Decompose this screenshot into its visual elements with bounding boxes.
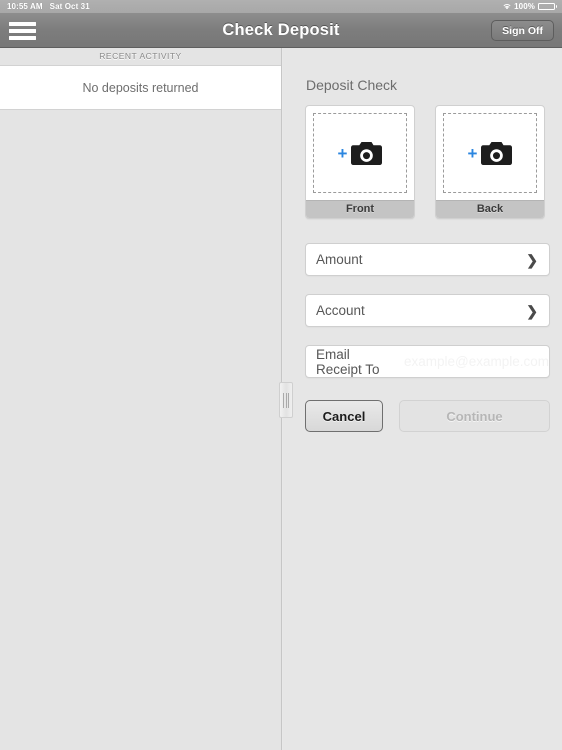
amount-field-label: Amount xyxy=(316,252,363,267)
capture-front-label: Front xyxy=(306,200,414,218)
recent-activity-pane: RECENT ACTIVITY No deposits returned xyxy=(0,48,282,750)
continue-button: Continue xyxy=(399,400,550,432)
status-time: 10:55 AM xyxy=(7,2,43,11)
check-deposit-screen: 10:55 AM Sat Oct 31 100% Check Deposit S… xyxy=(0,0,562,750)
chevron-right-icon: ❯ xyxy=(526,302,538,319)
account-field-label: Account xyxy=(316,303,365,318)
battery-icon xyxy=(538,2,557,11)
status-bar-right: 100% xyxy=(501,2,557,11)
deposit-check-title: Deposit Check xyxy=(306,77,398,93)
split-view-drag-handle[interactable] xyxy=(279,382,293,418)
email-receipt-label: Email Receipt To xyxy=(316,346,380,377)
recent-activity-header: RECENT ACTIVITY xyxy=(0,48,281,65)
status-bar: 10:55 AM Sat Oct 31 100% xyxy=(0,0,562,13)
chevron-right-icon: ❯ xyxy=(526,251,538,268)
email-receipt-field[interactable]: Email Receipt To example@example.com xyxy=(305,345,550,378)
wifi-icon xyxy=(501,3,512,11)
capture-back-button[interactable]: + Back xyxy=(435,105,545,219)
capture-back-label: Back xyxy=(436,200,544,218)
recent-activity-list: No deposits returned xyxy=(0,65,281,110)
camera-icon xyxy=(481,141,513,165)
plus-icon: + xyxy=(337,144,348,163)
status-bar-left: 10:55 AM Sat Oct 31 xyxy=(7,2,90,11)
account-field[interactable]: Account ❯ xyxy=(305,294,550,327)
camera-icon xyxy=(351,141,383,165)
empty-state-message: No deposits returned xyxy=(82,80,199,95)
cancel-button[interactable]: Cancel xyxy=(305,400,383,432)
check-capture-row: + Front + Back xyxy=(305,105,562,219)
sign-off-button[interactable]: Sign Off xyxy=(491,20,554,41)
battery-percent-label: 100% xyxy=(514,2,535,11)
email-receipt-placeholder: example@example.com xyxy=(403,354,549,369)
capture-front-dropzone[interactable]: + xyxy=(313,113,407,193)
plus-icon: + xyxy=(467,144,478,163)
capture-back-dropzone[interactable]: + xyxy=(443,113,537,193)
capture-front-button[interactable]: + Front xyxy=(305,105,415,219)
navigation-bar: Check Deposit Sign Off xyxy=(0,13,562,48)
deposit-check-pane: Deposit Check + Front + Back Amount ❯ Ac… xyxy=(283,48,562,750)
amount-field[interactable]: Amount ❯ xyxy=(305,243,550,276)
page-title: Check Deposit xyxy=(222,21,340,39)
action-button-row: Cancel Continue xyxy=(305,400,562,432)
status-date: Sat Oct 31 xyxy=(49,2,90,11)
